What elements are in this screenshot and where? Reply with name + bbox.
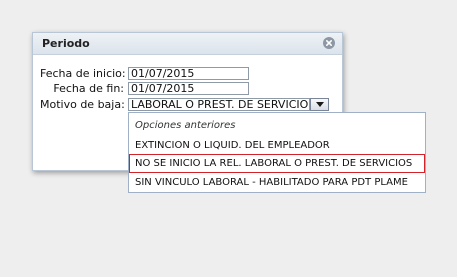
- dropdown-group-header: Opciones anteriores: [135, 120, 236, 131]
- reason-dropdown-list: Opciones anteriores EXTINCION O LIQUID. …: [128, 112, 426, 193]
- start-date-label: Fecha de inicio:: [40, 67, 126, 80]
- dialog-title: Periodo: [42, 37, 90, 50]
- chevron-down-icon: [316, 102, 324, 107]
- end-date-label: Fecha de fin:: [53, 82, 124, 95]
- end-date-input[interactable]: 01/07/2015: [128, 82, 249, 95]
- dropdown-option-extincion[interactable]: EXTINCION O LIQUID. DEL EMPLEADOR: [129, 136, 425, 155]
- dropdown-option-no-se-inicio[interactable]: NO SE INICIO LA REL. LABORAL O PREST. DE…: [129, 154, 425, 173]
- reason-dropdown-button[interactable]: [310, 98, 329, 111]
- reason-select[interactable]: LABORAL O PREST. DE SERVICIOS: [128, 98, 310, 111]
- dropdown-option-sin-vinculo[interactable]: SIN VINCULO LABORAL - HABILITADO PARA PD…: [129, 173, 425, 192]
- reason-label: Motivo de baja:: [40, 98, 125, 111]
- start-date-input[interactable]: 01/07/2015: [128, 67, 249, 80]
- close-icon[interactable]: [323, 37, 335, 49]
- dialog-titlebar[interactable]: Periodo: [33, 33, 342, 55]
